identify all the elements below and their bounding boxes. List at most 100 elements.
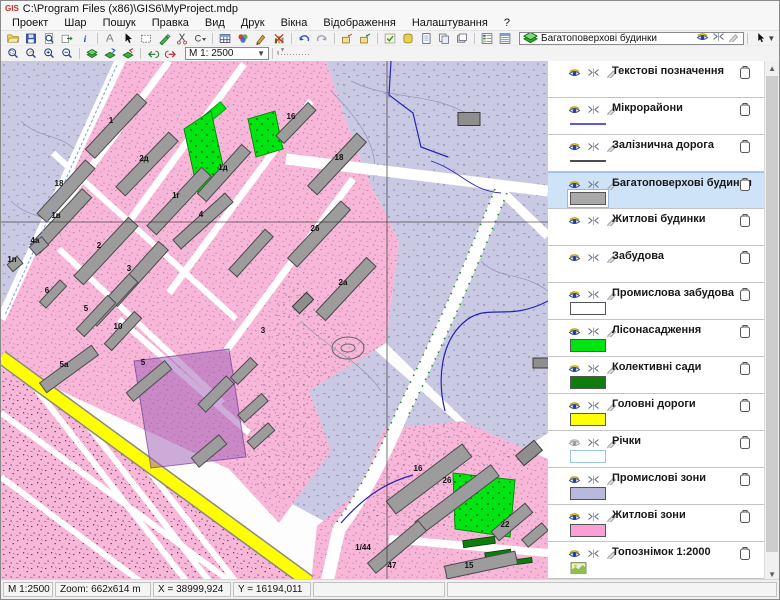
tb-snap-button[interactable] — [101, 31, 119, 45]
layer-row-12[interactable]: Промислові зони — [548, 468, 764, 505]
menu-4[interactable]: Правка — [144, 17, 197, 29]
layer-row-8[interactable]: Лісонасадження — [548, 320, 764, 357]
layer-style-swatch — [570, 376, 606, 389]
tb-legend2-button[interactable] — [496, 31, 514, 45]
layer-row-9[interactable]: Колективні сади — [548, 357, 764, 394]
layer-row-2[interactable]: Мікрорайони — [548, 98, 764, 135]
layer-properties-icon[interactable] — [739, 287, 751, 307]
layer-row-1[interactable]: Текстові позначення — [548, 61, 764, 98]
menu-3[interactable]: Пошук — [95, 17, 144, 29]
tb-import-button[interactable] — [338, 31, 356, 45]
scale-combo[interactable]: М 1: 2500 ▼ — [185, 47, 269, 60]
layer-row-5[interactable]: Житлові будинки — [548, 209, 764, 246]
tb-info-button[interactable]: i — [76, 31, 94, 45]
status-x-coordinate: X = 38999,924 — [153, 582, 231, 597]
layer-properties-icon[interactable] — [739, 546, 751, 566]
layer-row-6[interactable]: Забудова — [548, 246, 764, 283]
menu-7[interactable]: Вікна — [273, 17, 316, 29]
scale-range-icon[interactable] — [587, 65, 600, 83]
pencil-icon[interactable] — [728, 32, 740, 45]
tb-export-button[interactable] — [58, 31, 76, 45]
eye-icon[interactable] — [568, 65, 581, 83]
layer-properties-icon[interactable] — [739, 435, 751, 455]
eye-icon[interactable] — [568, 213, 581, 231]
scale-range-icon[interactable] — [587, 250, 600, 268]
tb-stack-button[interactable] — [453, 31, 471, 45]
tb-layer-green1-button[interactable] — [83, 47, 101, 61]
layer-row-14[interactable]: Топознімок 1:2000 — [548, 542, 764, 579]
tb-zoom-in-button[interactable] — [40, 47, 58, 61]
layer-row-3[interactable]: Залізнична дорога — [548, 135, 764, 172]
tb-pen-button[interactable] — [252, 31, 270, 45]
menu-8[interactable]: Відображення — [315, 17, 403, 29]
tb-layer-green2-button[interactable] — [101, 47, 119, 61]
panel-scrollbar[interactable]: ▲ ▼ — [764, 61, 779, 579]
tb-layer-green3-button[interactable] — [119, 47, 137, 61]
tb-edit-green-button[interactable] — [155, 31, 173, 45]
tb-pointer-button[interactable] — [119, 31, 137, 45]
eye-icon[interactable] — [568, 250, 581, 268]
scroll-up-icon[interactable]: ▲ — [765, 61, 779, 76]
menu-10[interactable]: ? — [496, 17, 518, 29]
map-viewport[interactable]: 12д1г1д181в2341618262а4а1п65105а5316261/… — [1, 61, 548, 579]
menu-9[interactable]: Налаштування — [404, 17, 496, 29]
scroll-down-icon[interactable]: ▼ — [765, 567, 779, 579]
opacity-slider[interactable] — [276, 45, 312, 63]
tb-db-button[interactable] — [399, 31, 417, 45]
tb-fly-next-button[interactable] — [162, 47, 180, 61]
toolbar-separator — [212, 33, 213, 44]
layer-row-11[interactable]: Річки — [548, 431, 764, 468]
layer-properties-icon[interactable] — [739, 361, 751, 381]
tb-rotate-button[interactable]: C — [191, 31, 209, 45]
tb-table-button[interactable] — [216, 31, 234, 45]
menu-2[interactable]: Шар — [56, 17, 94, 29]
layer-row-7[interactable]: Промислова забудова — [548, 283, 764, 320]
tb-undo-button[interactable] — [295, 31, 313, 45]
window-title: C:\Program Files (x86)\GIS6\MyProject.md… — [23, 3, 238, 15]
pointer-mode-dropdown[interactable]: ▼ — [751, 31, 779, 45]
status-scale: М 1:2500 — [3, 582, 53, 597]
layer-properties-icon[interactable] — [739, 472, 751, 492]
menu-6[interactable]: Друк — [233, 17, 273, 29]
tb-zoom-out-button[interactable] — [58, 47, 76, 61]
layer-properties-icon[interactable] — [739, 509, 751, 529]
scale-range-icon[interactable] — [712, 32, 725, 45]
tb-redo-button[interactable] — [313, 31, 331, 45]
scale-range-icon[interactable] — [587, 546, 600, 564]
tb-cut-button[interactable] — [173, 31, 191, 45]
tb-zoom-page-button[interactable] — [40, 31, 58, 45]
tb-copy-button[interactable] — [435, 31, 453, 45]
layer-properties-icon[interactable] — [739, 250, 751, 270]
scale-range-icon[interactable] — [587, 213, 600, 231]
tb-save-button[interactable] — [22, 31, 40, 45]
menu-1[interactable]: Проект — [4, 17, 56, 29]
layer-row-13[interactable]: Житлові зони — [548, 505, 764, 542]
tb-chart-off-button[interactable] — [270, 31, 288, 45]
active-layer-combo[interactable]: Багатоповерхові будинки — [519, 32, 744, 45]
layer-properties-icon[interactable] — [739, 213, 751, 233]
layer-properties-icon[interactable] — [739, 177, 751, 197]
tb-zoom-window-button[interactable] — [4, 47, 22, 61]
svg-text:3: 3 — [261, 326, 266, 335]
tb-palette-button[interactable] — [234, 31, 252, 45]
map-canvas[interactable]: 12д1г1д181в2341618262а4а1п65105а5316261/… — [1, 61, 548, 579]
menu-5[interactable]: Вид — [197, 17, 233, 29]
tb-check-win-button[interactable] — [381, 31, 399, 45]
tb-legend1-button[interactable] — [478, 31, 496, 45]
layer-properties-icon[interactable] — [739, 324, 751, 344]
tb-report-button[interactable] — [417, 31, 435, 45]
layer-properties-icon[interactable] — [739, 102, 751, 122]
layer-row-10[interactable]: Головні дороги — [548, 394, 764, 431]
layer-properties-icon[interactable] — [739, 398, 751, 418]
scrollbar-thumb[interactable] — [766, 76, 778, 552]
eye-icon[interactable] — [696, 32, 709, 45]
layer-properties-icon[interactable] — [739, 65, 751, 85]
layer-row-4[interactable]: Багатоповерхові будинки — [548, 172, 764, 209]
tb-import2-button[interactable] — [356, 31, 374, 45]
tb-fly-prev-button[interactable] — [144, 47, 162, 61]
tb-select-rect-button[interactable] — [137, 31, 155, 45]
toolbar-separator — [79, 48, 80, 59]
tb-open-button[interactable] — [4, 31, 22, 45]
tb-pan-button[interactable] — [22, 47, 40, 61]
layer-properties-icon[interactable] — [739, 139, 751, 159]
